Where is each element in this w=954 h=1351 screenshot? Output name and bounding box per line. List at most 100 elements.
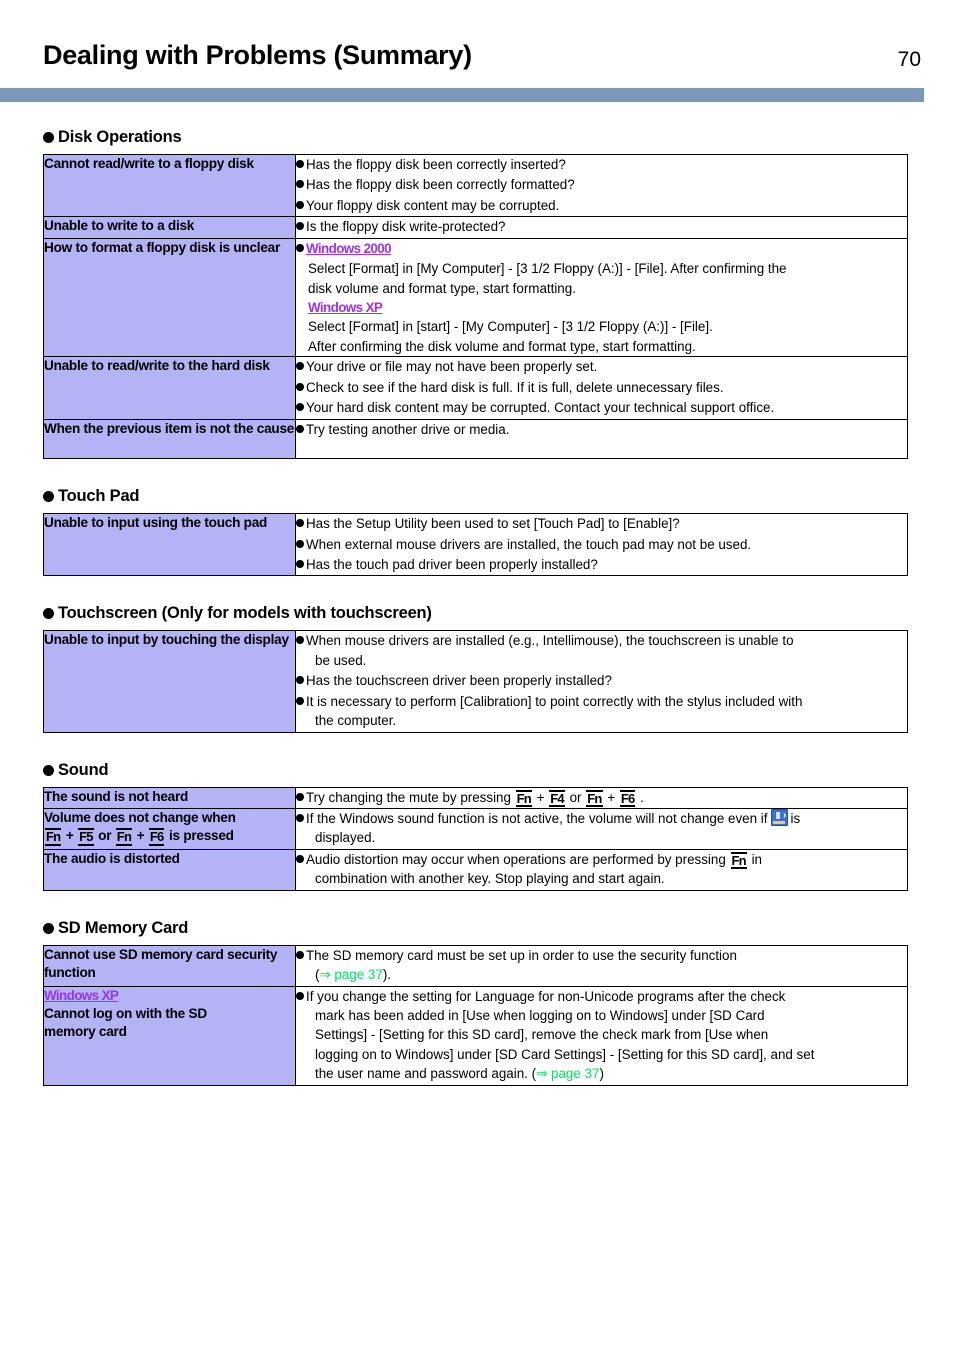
section-touchscreen: Touchscreen (Only for models with touchs… <box>0 604 954 733</box>
question-line-1: Volume does not change when <box>44 809 236 825</box>
answer-cell: Audio distortion may occur when operatio… <box>295 848 908 891</box>
answer-item: Has the floppy disk been correctly forma… <box>296 175 907 194</box>
answer-text-cont: the user name and password again. ( <box>315 1066 537 1082</box>
answer-item: Audio distortion may occur when operatio… <box>296 850 907 889</box>
answer-text: It is necessary to perform [Calibration]… <box>306 693 803 709</box>
windows-version-tag: Windows 2000 <box>306 240 392 256</box>
bullet-icon <box>296 991 304 1000</box>
section-heading-sd-memory-card: SD Memory Card <box>43 919 954 938</box>
answer-cell: Has the Setup Utility been used to set [… <box>295 513 908 577</box>
question-cell: When the previous item is not the cause <box>43 418 296 460</box>
question-cell: The sound is not heard <box>43 786 296 809</box>
key-f6: F6 <box>619 789 636 808</box>
section-heading-label: Touch Pad <box>58 487 140 506</box>
answer-text: disk volume and format type, start forma… <box>308 280 576 296</box>
answer-item: When mouse drivers are installed (e.g., … <box>296 631 907 670</box>
bullet-icon <box>296 696 304 705</box>
answer-text: Try changing the mute by pressing <box>306 789 515 805</box>
section-sd-memory-card: SD Memory Card Cannot use SD memory card… <box>0 919 954 1086</box>
bullet-icon <box>296 676 304 685</box>
answer-text-cont: logging on to Windows] under [SD Card Se… <box>315 1046 815 1062</box>
section-touch-pad: Touch Pad Unable to input using the touc… <box>0 487 954 577</box>
answer-text: If you change the setting for Language f… <box>306 988 786 1004</box>
table-row: Unable to read/write to the hard disk Yo… <box>43 356 908 420</box>
document-page: Dealing with Problems (Summary) 70 Disk … <box>0 0 954 1351</box>
bullet-icon <box>296 403 304 412</box>
question-tail: is pressed <box>168 828 234 844</box>
question-cell: Unable to input using the touch pad <box>43 513 296 577</box>
bullet-icon <box>296 813 304 822</box>
plus-sign: + <box>607 789 616 805</box>
table-row: The sound is not heard Try changing the … <box>43 786 908 809</box>
close-paren: ) <box>599 1066 604 1082</box>
table-sd-memory-card: Cannot use SD memory card security funct… <box>43 944 908 1086</box>
answer-text: The SD memory card must be set up in ord… <box>306 947 737 963</box>
key-fn: Fn <box>586 789 603 808</box>
answer-item: Windows 2000 <box>296 239 907 258</box>
bullet-icon <box>296 636 304 645</box>
table-row: Volume does not change when Fn + F5 or F… <box>43 807 908 850</box>
section-heading-label: Touchscreen (Only for models with touchs… <box>58 604 432 623</box>
answer-text: When mouse drivers are installed (e.g., … <box>306 633 794 649</box>
table-row: Windows XP Cannot log on with the SD mem… <box>43 985 908 1086</box>
answer-cell: When mouse drivers are installed (e.g., … <box>295 630 908 733</box>
bullet-icon <box>296 159 304 168</box>
table-touch-pad: Unable to input using the touch pad Has … <box>43 513 908 577</box>
answer-item: If the Windows sound function is not act… <box>296 808 907 848</box>
page-reference-link[interactable]: ⇒ page 37 <box>536 1066 599 1081</box>
key-fn: Fn <box>730 851 747 870</box>
answer-text-cont: displayed. <box>315 830 376 846</box>
windows-version-tag: Windows XP <box>308 300 383 316</box>
page-content: Disk Operations Cannot read/write to a f… <box>0 128 954 1086</box>
answer-item: Your hard disk content may be corrupted.… <box>296 398 907 417</box>
answer-text-cont: Settings] - [Setting for this SD card], … <box>315 1027 769 1043</box>
page-title: Dealing with Problems (Summary) <box>43 40 472 70</box>
table-row: Cannot use SD memory card security funct… <box>43 944 908 987</box>
question-line-2: memory card <box>44 1023 127 1039</box>
bullet-icon <box>43 131 54 143</box>
answer-cell: Try changing the mute by pressing Fn + F… <box>295 786 908 809</box>
answer-text: After confirming the disk volume and for… <box>308 338 696 354</box>
question-cell: Cannot read/write to a floppy disk <box>43 153 296 218</box>
answer-text: Has the floppy disk been correctly inser… <box>306 156 566 172</box>
bullet-icon <box>296 382 304 391</box>
question-cell: Unable to input by touching the display <box>43 630 296 733</box>
period: . <box>640 789 644 805</box>
section-heading-touch-pad: Touch Pad <box>43 487 954 506</box>
answer-text: Your drive or file may not have been pro… <box>306 359 598 375</box>
answer-text: Has the Setup Utility been used to set [… <box>306 516 680 532</box>
section-heading-touchscreen: Touchscreen (Only for models with touchs… <box>43 604 954 623</box>
question-cell: Windows XP Cannot log on with the SD mem… <box>43 985 296 1086</box>
bullet-icon <box>296 243 304 252</box>
key-f5: F5 <box>78 828 94 846</box>
page-reference-link[interactable]: ⇒ page 37 <box>319 967 382 982</box>
table-row: How to format a floppy disk is unclear W… <box>43 237 908 358</box>
answer-text-tail: in <box>751 851 762 867</box>
answer-text: Audio distortion may occur when operatio… <box>306 851 726 867</box>
answer-cell: Is the floppy disk write-protected? <box>295 216 908 239</box>
answer-text: Your hard disk content may be corrupted.… <box>306 400 775 416</box>
answer-item: Try testing another drive or media. <box>296 420 907 439</box>
cell-filler <box>296 440 907 458</box>
section-heading-sound: Sound <box>43 761 954 780</box>
bullet-icon <box>296 222 304 231</box>
answer-cell: Windows 2000 Select [Format] in [My Comp… <box>295 237 908 358</box>
answer-item: When external mouse drivers are installe… <box>296 535 907 554</box>
bullet-icon <box>296 539 304 548</box>
plus-sign: + <box>536 789 545 805</box>
question-line-2: Fn + F5 or Fn + F6 is pressed <box>44 827 295 846</box>
question-cell: Volume does not change when Fn + F5 or F… <box>43 807 296 850</box>
answer-text-cont: combination with another key. Stop playi… <box>315 871 665 887</box>
answer-text: Try testing another drive or media. <box>306 421 510 437</box>
question-cell: The audio is distorted <box>43 848 296 891</box>
table-row: The audio is distorted Audio distortion … <box>43 848 908 891</box>
bullet-icon <box>43 922 54 934</box>
answer-item: If you change the setting for Language f… <box>296 987 907 1084</box>
answer-item: Has the Setup Utility been used to set [… <box>296 514 907 533</box>
answer-item: Try changing the mute by pressing Fn + F… <box>296 788 907 808</box>
answer-cell: Try testing another drive or media. <box>295 418 908 460</box>
table-row: Cannot read/write to a floppy disk Has t… <box>43 153 908 218</box>
table-row: When the previous item is not the cause … <box>43 418 908 460</box>
